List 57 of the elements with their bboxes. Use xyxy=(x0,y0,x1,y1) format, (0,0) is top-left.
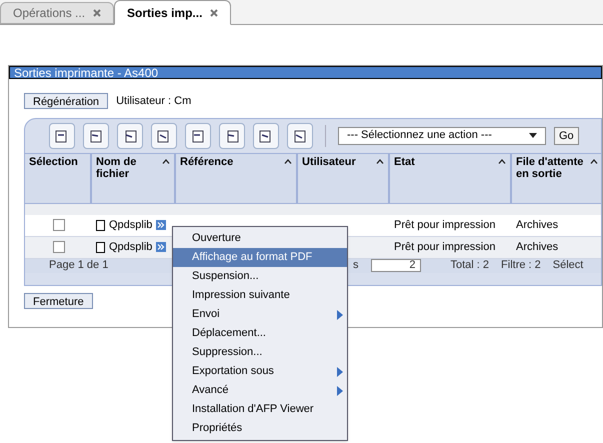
go-button[interactable]: Go xyxy=(554,126,579,144)
toolbar-icon-button[interactable] xyxy=(49,122,75,148)
menu-item[interactable]: Envoi xyxy=(173,305,347,324)
toolbar-icon-button[interactable] xyxy=(83,122,109,148)
row-checkbox[interactable] xyxy=(52,241,64,253)
close-icon[interactable] xyxy=(93,9,102,17)
page-indicator: Page 1 de 1 xyxy=(49,258,110,274)
document-icon xyxy=(96,242,105,252)
toolbar-icon-button[interactable] xyxy=(117,122,143,148)
toolbar-icon-button[interactable] xyxy=(287,122,313,148)
sort-caret-icon xyxy=(284,158,292,164)
toolbar-icon-button[interactable] xyxy=(185,122,211,148)
document-icon xyxy=(96,220,105,230)
table-cell: Prêt pour impression xyxy=(394,218,496,231)
filter-count: Filtre : 2 xyxy=(501,258,541,274)
toolbar-icon xyxy=(292,128,308,144)
menu-item[interactable]: Installation d'AFP Viewer xyxy=(173,400,347,419)
menu-item[interactable]: Avancé xyxy=(173,381,347,400)
table-cell: Archives xyxy=(516,218,558,231)
close-button[interactable]: Fermeture xyxy=(24,292,93,308)
action-select[interactable]: --- Sélectionnez une action --- xyxy=(338,126,546,144)
toolbar-icon xyxy=(88,128,104,144)
close-icon[interactable] xyxy=(210,8,218,16)
dropdown-caret-icon xyxy=(529,133,537,138)
sort-caret-icon xyxy=(498,158,506,164)
file-name[interactable]: Qpdsplib xyxy=(109,238,152,256)
total-count: Total : 2 xyxy=(450,258,490,274)
menu-item[interactable]: Suspension... xyxy=(173,267,347,286)
toolbar-icon-button[interactable] xyxy=(253,122,279,148)
submenu-arrow-icon xyxy=(337,310,343,320)
tab[interactable]: Opérations ... xyxy=(0,2,114,24)
selected-count: Sélect xyxy=(552,258,584,274)
rows-label: s xyxy=(353,258,358,274)
toolbar-icon-button[interactable] xyxy=(219,122,245,148)
menu-item[interactable]: Exportation sous xyxy=(173,362,347,381)
menu-item[interactable]: Propriétés xyxy=(173,419,347,438)
file-name[interactable]: Qpdsplib xyxy=(109,216,152,234)
sort-caret-icon xyxy=(590,158,598,164)
menu-item[interactable]: Suppression... xyxy=(173,343,347,362)
tab[interactable]: Sorties imp... xyxy=(114,0,232,25)
row-checkbox[interactable] xyxy=(52,219,64,231)
menu-item[interactable]: Affichage au format PDF xyxy=(173,248,347,267)
sort-caret-icon xyxy=(162,158,170,164)
user-label: Utilisateur : Cm xyxy=(116,94,192,109)
toolbar-icon xyxy=(190,128,206,144)
panel-title: Sorties imprimante - As400 xyxy=(9,66,602,79)
rows-field[interactable]: 2 xyxy=(370,259,420,272)
table-cell: Prêt pour impression xyxy=(394,240,496,253)
menu-expand-icon[interactable] xyxy=(156,220,166,230)
menu-item[interactable]: Déplacement... xyxy=(173,324,347,343)
menu-item[interactable]: Impression suivante xyxy=(173,286,347,305)
menu-item[interactable]: Ouverture xyxy=(173,229,347,248)
table-cell: Archives xyxy=(516,240,558,253)
sort-caret-icon xyxy=(376,158,384,164)
toolbar-icon-button[interactable] xyxy=(151,122,177,148)
menu-expand-icon[interactable] xyxy=(156,242,166,252)
refresh-button[interactable]: Régénération xyxy=(24,93,108,110)
